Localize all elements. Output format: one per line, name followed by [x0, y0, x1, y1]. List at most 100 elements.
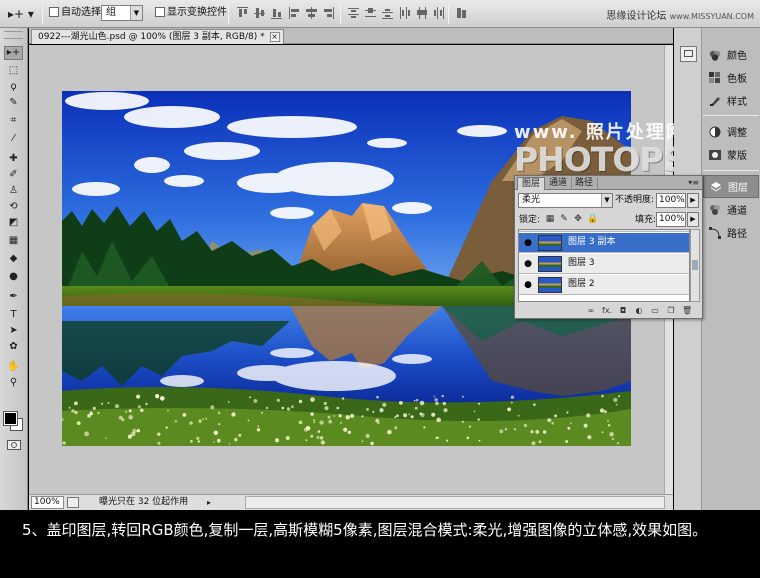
history-panel-icon[interactable]	[680, 46, 697, 62]
blur-tool[interactable]: ◆	[4, 252, 23, 266]
dodge-tool[interactable]: ●	[4, 270, 23, 284]
dock-item-paths[interactable]: 路径	[703, 221, 759, 244]
meadow-flower	[145, 402, 148, 406]
distribute-left-icon[interactable]	[398, 6, 411, 20]
marquee-tool[interactable]: ⬚	[4, 64, 23, 78]
hand-tool[interactable]: ✋	[4, 360, 23, 374]
dock-item-styles[interactable]: 样式	[703, 89, 759, 112]
auto-select-dropdown[interactable]: 组 ▼	[101, 5, 143, 21]
history-brush-tool[interactable]: ⟲	[4, 200, 23, 214]
distribute-hcenter-icon[interactable]	[415, 6, 428, 20]
status-menu-arrow-icon[interactable]: ▸	[207, 497, 217, 508]
opacity-input[interactable]: 100%	[656, 193, 686, 208]
crop-tool[interactable]: ⌗	[4, 114, 23, 128]
layer-row[interactable]: ● 图层 2	[519, 275, 689, 295]
tab-layers[interactable]: 图层	[517, 177, 546, 190]
meadow-flower	[609, 432, 614, 437]
dock-item-label: 色板	[727, 74, 747, 85]
pen-tool[interactable]: ✒	[4, 290, 23, 304]
tab-channels[interactable]: 通道	[545, 177, 573, 190]
distribute-vcenter-icon[interactable]	[364, 6, 377, 20]
meadow-flower	[615, 403, 618, 406]
dock-item-label: 图层	[728, 183, 748, 194]
lock-pixels-icon[interactable]: ✎	[559, 214, 569, 224]
tab-paths[interactable]: 路径	[571, 177, 599, 190]
layer-row[interactable]: ● 图层 3	[519, 254, 689, 274]
lasso-tool[interactable]: ϙ	[4, 80, 23, 94]
canvas-horizontal-scrollbar[interactable]	[245, 496, 665, 509]
dock-item-channels[interactable]: 通道	[703, 198, 759, 221]
meadow-flower	[345, 415, 350, 420]
lock-all-icon[interactable]: 🔒	[587, 214, 598, 224]
layer-row-partial[interactable]	[519, 230, 689, 232]
new-layer-icon[interactable]: ❐	[666, 306, 676, 316]
align-top-icon[interactable]	[236, 6, 249, 20]
dock-item-swatches[interactable]: 色板	[703, 66, 759, 89]
align-left-icon[interactable]	[288, 6, 301, 20]
eraser-tool[interactable]: ◩	[4, 216, 23, 230]
healing-tool[interactable]: ✚	[4, 152, 23, 166]
dock-item-layers[interactable]: 图层	[703, 175, 759, 198]
layer-list-scrollbar[interactable]	[690, 229, 700, 302]
path-select-tool[interactable]: ➤	[4, 324, 23, 338]
meadow-flower	[228, 443, 231, 445]
meadow-flower	[461, 420, 464, 423]
show-transform-checkbox[interactable]	[155, 7, 165, 17]
dock-item-color[interactable]: 颜色	[703, 43, 759, 66]
eye-icon[interactable]: ●	[521, 258, 535, 270]
meadow-flower	[97, 411, 100, 415]
quick-mask-icon[interactable]	[7, 440, 21, 450]
tool-preset-picker[interactable]: ▸+ ▾	[8, 6, 38, 22]
link-layers-icon[interactable]: ∞	[586, 306, 596, 316]
stamp-tool[interactable]: ♙	[4, 184, 23, 198]
meadow-flower	[468, 425, 472, 428]
layer-style-icon[interactable]: fx.	[602, 306, 612, 316]
shape-tool[interactable]: ✿	[4, 340, 23, 354]
distribute-bottom-icon[interactable]	[381, 6, 394, 20]
distribute-top-icon[interactable]	[347, 6, 360, 20]
distribute-right-icon[interactable]	[432, 6, 445, 20]
meadow-flower	[257, 425, 260, 428]
layer-row[interactable]: ● 图层 3 副本	[519, 233, 689, 253]
lock-transparency-icon[interactable]: ▦	[545, 214, 555, 224]
zoom-tool[interactable]: ⚲	[4, 376, 23, 390]
align-bottom-icon[interactable]	[270, 6, 283, 20]
type-tool[interactable]: T	[4, 308, 23, 322]
lock-position-icon[interactable]: ✥	[573, 214, 583, 224]
gradient-tool[interactable]: ▦	[4, 234, 23, 248]
meadow-flower	[320, 440, 325, 445]
blend-mode-dropdown[interactable]: 柔光 ▼	[518, 193, 613, 208]
trash-icon[interactable]: 🗑	[682, 306, 692, 316]
brush-tool[interactable]: ✐	[4, 168, 23, 182]
meadow-flower	[336, 406, 340, 410]
meadow-flower	[443, 408, 448, 413]
status-info-icon[interactable]	[67, 497, 79, 508]
foreground-color-swatch[interactable]	[3, 411, 18, 426]
meadow-flower	[196, 436, 200, 440]
align-right-icon[interactable]	[322, 6, 335, 20]
zoom-field[interactable]: 100%	[31, 496, 64, 509]
tools-panel-grip[interactable]	[4, 31, 23, 39]
close-icon[interactable]: ×	[269, 32, 280, 42]
dock-item-masks[interactable]: 蒙版	[703, 143, 759, 166]
eye-icon[interactable]: ●	[521, 279, 535, 291]
move-tool[interactable]: ▸+	[4, 46, 23, 60]
align-hcenter-icon[interactable]	[305, 6, 318, 20]
meadow-flower	[231, 412, 236, 417]
auto-select-checkbox[interactable]	[49, 7, 59, 17]
quick-select-tool[interactable]: ✎	[4, 96, 23, 110]
auto-align-layers-icon[interactable]	[455, 6, 468, 20]
align-vcenter-icon[interactable]	[253, 6, 266, 20]
panel-menu-icon[interactable]: ▾≡	[688, 178, 699, 188]
opacity-slider-arrow-icon[interactable]: ▶	[687, 193, 699, 208]
new-group-icon[interactable]: ▭	[650, 306, 660, 316]
dock-item-adjustments[interactable]: 调整	[703, 120, 759, 143]
document-tab[interactable]: 0922---湖光山色.psd @ 100% (图层 3 副本, RGB/8) …	[31, 29, 284, 44]
add-mask-icon[interactable]: ◘	[618, 306, 628, 316]
fill-input[interactable]: 100%	[656, 212, 686, 227]
eye-icon[interactable]: ●	[521, 237, 535, 249]
fill-slider-arrow-icon[interactable]: ▶	[687, 212, 699, 227]
eyedropper-tool[interactable]: ⁄	[4, 132, 23, 146]
meadow-flower	[510, 395, 514, 399]
adjustment-layer-icon[interactable]: ◐	[634, 306, 644, 316]
